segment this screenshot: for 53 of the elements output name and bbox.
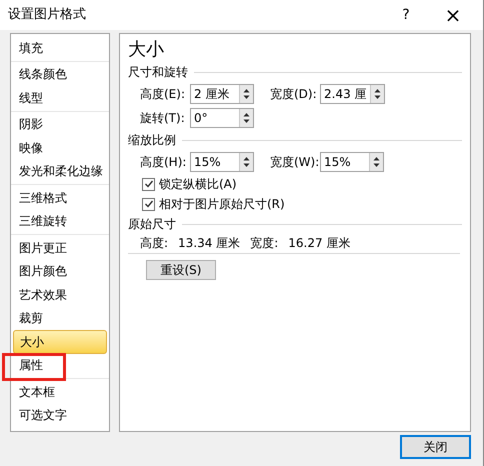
category-item[interactable]: 映像 — [13, 136, 107, 160]
help-button[interactable]: ? — [391, 4, 421, 26]
category-item[interactable]: 艺术效果 — [13, 283, 107, 306]
size-text: 宽度: — [250, 234, 278, 252]
category-item[interactable]: 发光和柔化边缘 — [13, 160, 107, 183]
field-label: 旋转(T): — [140, 110, 186, 127]
spin-field[interactable]: 0° — [190, 108, 254, 128]
section-heading: 缩放比例 — [128, 132, 176, 149]
spin-field[interactable]: 2.43 厘 — [320, 84, 385, 104]
section-heading: 原始尺寸 — [128, 216, 176, 233]
field-label: 高度(H): — [140, 154, 188, 171]
category-item[interactable]: 阴影 — [13, 112, 107, 136]
checkbox-label: 锁定纵横比(A) — [159, 176, 237, 193]
field-value: 2 厘米 — [193, 86, 230, 103]
panel-title: 大小 — [128, 38, 165, 62]
category-item[interactable]: 图片颜色 — [13, 260, 107, 283]
category-item[interactable]: 三维格式 — [13, 186, 107, 210]
size-text: 16.27 厘米 — [288, 234, 350, 252]
category-item[interactable]: 文本框 — [13, 380, 107, 404]
checkbox[interactable] — [142, 198, 155, 210]
spin-field[interactable]: 2 厘米 — [190, 84, 254, 104]
spin-arrows-icon[interactable] — [369, 153, 383, 171]
spin-arrows-icon[interactable] — [370, 85, 384, 103]
reset-button[interactable]: 重设(S) — [146, 260, 216, 280]
spin-arrows-icon[interactable] — [239, 153, 253, 171]
field-value: 15% — [193, 154, 222, 171]
category-item[interactable]: 三维旋转 — [13, 210, 107, 233]
spin-field[interactable]: 15% — [320, 152, 384, 172]
section-heading: 尺寸和旋转 — [128, 64, 188, 81]
field-value: 0° — [193, 110, 209, 127]
size-text: 13.34 厘米 — [178, 234, 240, 252]
field-label: 宽度(W): — [270, 154, 320, 171]
close-dialog-button[interactable]: 关闭 — [400, 435, 471, 459]
category-item[interactable]: 属性 — [13, 354, 107, 377]
category-item[interactable]: 图片更正 — [13, 236, 107, 260]
category-item[interactable]: 线型 — [13, 86, 107, 110]
category-item[interactable]: 填充 — [13, 36, 107, 60]
field-value: 15% — [323, 154, 352, 171]
field-label: 高度(E): — [140, 86, 186, 103]
field-value: 2.43 厘 — [323, 86, 368, 103]
spin-arrows-icon[interactable] — [239, 109, 253, 127]
checkbox[interactable] — [142, 178, 155, 190]
close-button[interactable]: × — [431, 5, 475, 25]
field-label: 宽度(D): — [270, 86, 318, 103]
spin-arrows-icon[interactable] — [239, 85, 253, 103]
category-item[interactable]: 线条颜色 — [13, 62, 107, 86]
window-title: 设置图片格式 — [8, 6, 87, 24]
category-item[interactable]: 可选文字 — [13, 404, 107, 427]
checkbox-label: 相对于图片原始尺寸(R) — [159, 196, 285, 213]
category-item[interactable]: 大小 — [13, 330, 107, 354]
category-item[interactable]: 裁剪 — [13, 306, 107, 330]
spin-field[interactable]: 15% — [190, 152, 254, 172]
size-text: 高度: — [140, 234, 168, 252]
